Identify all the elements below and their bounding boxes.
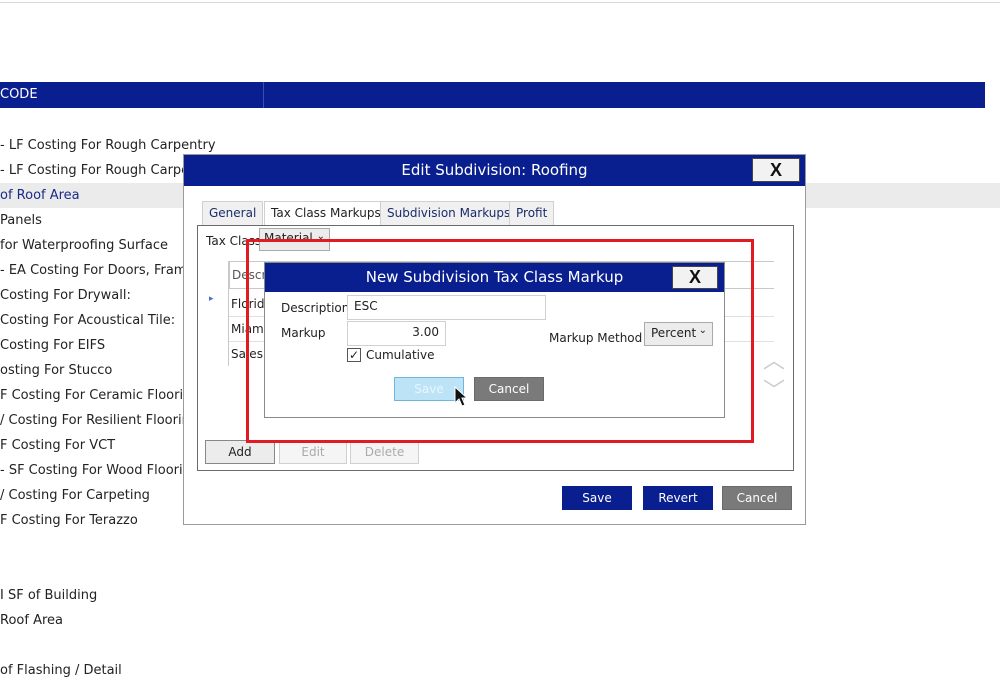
markup-method-select[interactable]: Percent ⌄ [644,322,713,346]
dialog-title: Edit Subdivision: Roofing [184,155,805,186]
inner-dialog-title: New Subdivision Tax Class Markup [265,263,724,292]
tax-class-label: Tax Class [206,234,262,248]
cumulative-checkbox[interactable]: ✓ [347,348,361,362]
description-label: Description [281,301,350,315]
column-divider[interactable] [263,82,264,108]
markup-label: Markup [281,326,326,340]
cancel-button[interactable]: Cancel [722,486,792,510]
tab-general[interactable]: General [202,201,264,225]
add-button[interactable]: Add [205,440,275,464]
edit-button[interactable]: Edit [279,440,347,464]
header-scroll-gap [985,82,1000,108]
revert-button[interactable]: Revert [643,486,713,510]
cumulative-label: Cumulative [366,348,435,362]
scroll-down-icon[interactable]: ﹀ [759,373,789,404]
column-header-code[interactable]: CODE [0,87,38,102]
markup-method-label: Markup Method [549,331,643,345]
new-tax-class-markup-dialog: New Subdivision Tax Class Markup X Descr… [264,262,725,418]
mouse-cursor-icon [454,386,468,407]
description-input[interactable]: ESC [347,295,546,320]
tax-class-select[interactable]: Material ⌄ [259,228,330,251]
markup-input[interactable]: 3.00 [347,321,446,346]
current-row-icon: ▸ [209,294,214,304]
tab-tax-class-markups[interactable]: Tax Class Markups [264,201,388,225]
column-header-bar: CODE [0,82,1000,108]
list-item[interactable]: Roof Area [0,608,1000,633]
chevron-down-icon: ⌄ [316,231,325,242]
inner-cancel-button[interactable]: Cancel [474,377,544,401]
chevron-down-icon: ⌄ [698,325,707,336]
list-item[interactable]: I SF of Building [0,583,1000,608]
tab-profit[interactable]: Profit [509,201,555,225]
table-row[interactable]: Miami [231,322,267,336]
tab-subdivision-markups[interactable]: Subdivision Markups [380,201,518,225]
save-button[interactable]: Save [562,486,632,510]
inner-close-button[interactable]: X [672,266,718,289]
scroll-up-icon[interactable]: ︿ [759,343,789,374]
delete-button[interactable]: Delete [350,440,419,464]
list-item[interactable]: of Flashing / Detail [0,658,1000,683]
close-button[interactable]: X [752,158,800,182]
top-divider [0,2,1000,3]
grid-row-header [199,261,229,366]
